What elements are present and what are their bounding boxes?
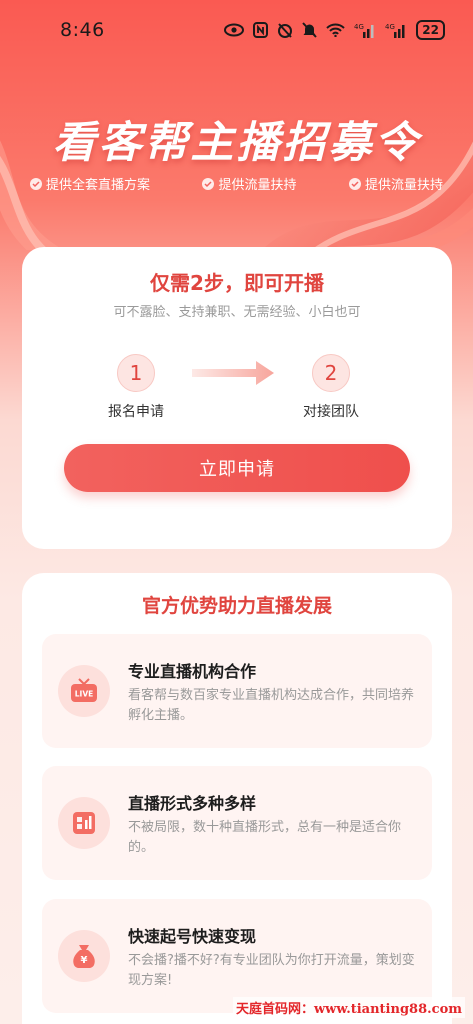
- advantages-card: 官方优势助力直播发展 LIVE 专业直播机构合作 看客帮与数百家专业直播机构达成…: [22, 573, 452, 1024]
- feature-desc: 看客帮与数百家专业直播机构达成合作，共同培养孵化主播。: [128, 688, 415, 723]
- steps-title: 仅需2步，即可开播: [150, 271, 324, 295]
- advantages-title: 官方优势助力直播发展: [141, 595, 332, 617]
- steps-card: 仅需2步，即可开播 可不露脸、支持兼职、无需经验、小白也可 1 2 报名申请 对…: [22, 247, 452, 549]
- check-icon: [30, 177, 42, 190]
- nfc-icon: [253, 22, 269, 38]
- check-icon: [348, 177, 361, 190]
- signal-icon-2: 4G: [385, 22, 407, 38]
- feature-desc: 不被局限，数十种直播形式，总有一种是适合你的。: [128, 820, 402, 855]
- hero-feature-item: 提供流量扶持: [202, 174, 297, 193]
- chart-grid-icon: [58, 797, 110, 849]
- battery-indicator: 22: [416, 20, 445, 40]
- feature-desc: 不会播?播不好?有专业团队为你打开流量，策划变现方案!: [128, 953, 415, 988]
- step-number-2: 2: [312, 354, 350, 392]
- hero-feature-label: 提供全套直播方案: [46, 178, 151, 193]
- mute-icon: [302, 22, 318, 38]
- apply-now-button[interactable]: 立即申请: [64, 444, 410, 492]
- hero-title: 看客帮主播招募令: [52, 118, 421, 168]
- feature-title: 直播形式多种多样: [128, 794, 257, 813]
- step-label-1: 报名申请: [108, 404, 164, 420]
- hero-feature-item: 提供流量扶持: [348, 174, 443, 193]
- money-bag-icon: ¥: [58, 930, 110, 982]
- hero-feature-label: 提供流量扶持: [218, 178, 297, 193]
- hero-features: 提供全套直播方案 提供流量扶持 提供流量扶持: [30, 174, 443, 193]
- hero-feature-item: 提供全套直播方案: [30, 174, 150, 193]
- svg-text:4G: 4G: [354, 23, 364, 31]
- feature-item-monetize[interactable]: ¥ 快速起号快速变现 不会播?播不好?有专业团队为你打开流量，策划变现方案!: [42, 899, 432, 1013]
- eye-icon: [224, 23, 245, 37]
- live-tv-icon: LIVE: [58, 665, 110, 717]
- feature-title: 专业直播机构合作: [128, 662, 257, 681]
- status-time: 8:46: [60, 19, 105, 41]
- hero-feature-label: 提供流量扶持: [364, 178, 443, 193]
- feature-item-agency[interactable]: LIVE 专业直播机构合作 看客帮与数百家专业直播机构达成合作，共同培养孵化主播…: [42, 634, 432, 748]
- step-label-2: 对接团队: [303, 404, 359, 420]
- step-number-1: 1: [117, 354, 155, 392]
- watermark: 天庭首码网：www.tianting88.com: [232, 997, 465, 1018]
- svg-text:LIVE: LIVE: [75, 690, 94, 699]
- hero-banner: 看客帮主播招募令 提供全套直播方案 提供流量扶持 提供流量扶持: [0, 60, 473, 250]
- steps-subtitle: 可不露脸、支持兼职、无需经验、小白也可: [113, 305, 361, 320]
- feature-title: 快速起号快速变现: [128, 927, 257, 946]
- svg-text:¥: ¥: [81, 955, 88, 966]
- alarm-off-icon: [277, 22, 293, 38]
- status-icons: 4G 4G 22: [224, 20, 445, 40]
- status-bar: 8:46 4G 4G 22: [0, 0, 473, 60]
- signal-icon: 4G: [354, 22, 376, 38]
- check-icon: [202, 177, 215, 190]
- svg-text:4G: 4G: [385, 23, 395, 31]
- wifi-icon: [326, 23, 346, 37]
- feature-item-formats[interactable]: 直播形式多种多样 不被局限，数十种直播形式，总有一种是适合你的。: [42, 766, 432, 880]
- arrow-right-icon: [192, 361, 274, 385]
